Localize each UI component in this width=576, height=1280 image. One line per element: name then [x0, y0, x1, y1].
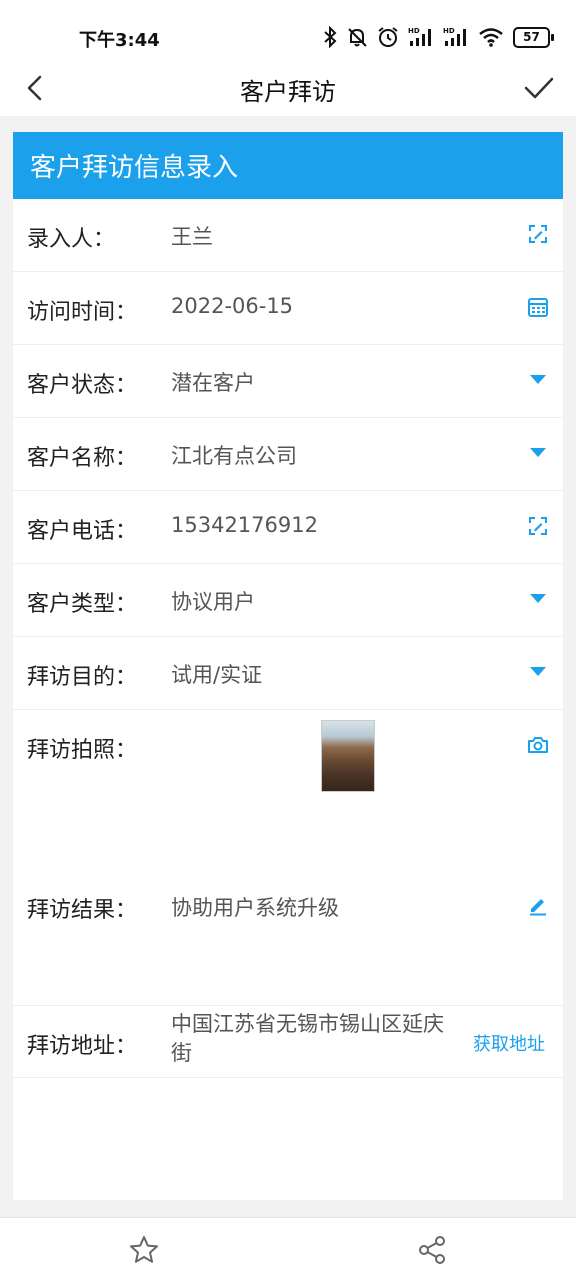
customer-status-select[interactable]: 潜在客户 — [171, 367, 255, 397]
signal-hd-icon: HD — [443, 27, 466, 46]
svg-text:HD: HD — [408, 27, 420, 35]
visit-time-label: 访问时间： — [27, 300, 138, 325]
customer-name-label: 客户名称： — [27, 446, 138, 471]
star-icon[interactable] — [128, 1234, 160, 1266]
mute-icon — [348, 28, 367, 47]
alarm-icon — [378, 27, 398, 47]
customer-type-row: 客户类型： 协议用户 — [13, 564, 563, 637]
visit-purpose-row: 拜访目的： 试用/实证 — [13, 637, 563, 710]
visit-address-label: 拜访地址： — [27, 1034, 138, 1059]
visit-time-row: 访问时间： 2022-06-15 — [13, 272, 563, 345]
customer-status-label: 客户状态： — [27, 373, 138, 398]
visit-result-row: 拜访结果： 协助用户系统升级 — [13, 862, 563, 1006]
customer-type-label: 客户类型： — [27, 592, 138, 617]
check-icon[interactable] — [522, 72, 556, 104]
visit-result-label: 拜访结果： — [27, 898, 138, 923]
visit-address-row: 拜访地址： 中国江苏省无锡市锡山区延庆街 获取地址 — [13, 1006, 563, 1078]
pencil-icon[interactable] — [527, 894, 549, 916]
visit-purpose-select[interactable]: 试用/实证 — [171, 659, 262, 689]
dropdown-triangle-icon[interactable] — [527, 369, 549, 391]
camera-icon[interactable] — [527, 734, 549, 756]
dropdown-triangle-icon[interactable] — [527, 661, 549, 683]
page-title: 客户拜访 — [240, 78, 336, 106]
customer-phone-label: 客户电话： — [27, 519, 138, 544]
nav-bar: 客户拜访 — [0, 62, 576, 116]
wifi-icon — [479, 28, 503, 47]
recorder-value[interactable]: 王兰 — [171, 221, 213, 251]
visit-photo-row: 拜访拍照： — [13, 710, 563, 862]
svg-text:HD: HD — [443, 27, 455, 35]
status-bar: 下午3:44 HD HD 57 — [0, 0, 576, 62]
get-address-button[interactable]: 获取地址 — [473, 1030, 545, 1056]
form-header: 客户拜访信息录入 — [13, 132, 563, 199]
battery-icon: 57 — [513, 26, 554, 48]
visit-address-value[interactable]: 中国江苏省无锡市锡山区延庆街 — [171, 1010, 461, 1068]
calendar-icon[interactable] — [527, 296, 549, 318]
status-time: 下午3:44 — [79, 30, 160, 51]
customer-name-select[interactable]: 江北有点公司 — [171, 440, 297, 470]
customer-status-row: 客户状态： 潜在客户 — [13, 345, 563, 418]
visit-time-value[interactable]: 2022-06-15 — [171, 294, 293, 318]
visit-photo-thumbnail[interactable] — [321, 720, 375, 792]
edit-box-icon[interactable] — [527, 223, 549, 245]
bluetooth-icon — [324, 26, 337, 48]
dropdown-triangle-icon[interactable] — [527, 442, 549, 464]
status-icons: HD HD 57 — [323, 24, 554, 50]
dropdown-triangle-icon[interactable] — [527, 588, 549, 610]
visit-photo-label: 拜访拍照： — [27, 738, 138, 763]
customer-phone-value[interactable]: 15342176912 — [171, 513, 318, 537]
signal-hd-icon: HD — [408, 27, 431, 46]
form-header-title: 客户拜访信息录入 — [30, 153, 239, 183]
visit-form-card: 客户拜访信息录入 录入人： 王兰 访问时间： 2022-06-15 客户状态： … — [13, 132, 563, 1200]
bottom-bar — [0, 1217, 576, 1280]
customer-phone-row: 客户电话： 15342176912 — [13, 491, 563, 564]
edit-box-icon[interactable] — [527, 515, 549, 537]
share-icon[interactable] — [416, 1234, 448, 1266]
customer-type-select[interactable]: 协议用户 — [171, 586, 255, 616]
visit-result-value[interactable]: 协助用户系统升级 — [171, 892, 339, 922]
recorder-label: 录入人： — [27, 227, 116, 252]
customer-name-row: 客户名称： 江北有点公司 — [13, 418, 563, 491]
recorder-row: 录入人： 王兰 — [13, 199, 563, 272]
visit-purpose-label: 拜访目的： — [27, 665, 138, 690]
